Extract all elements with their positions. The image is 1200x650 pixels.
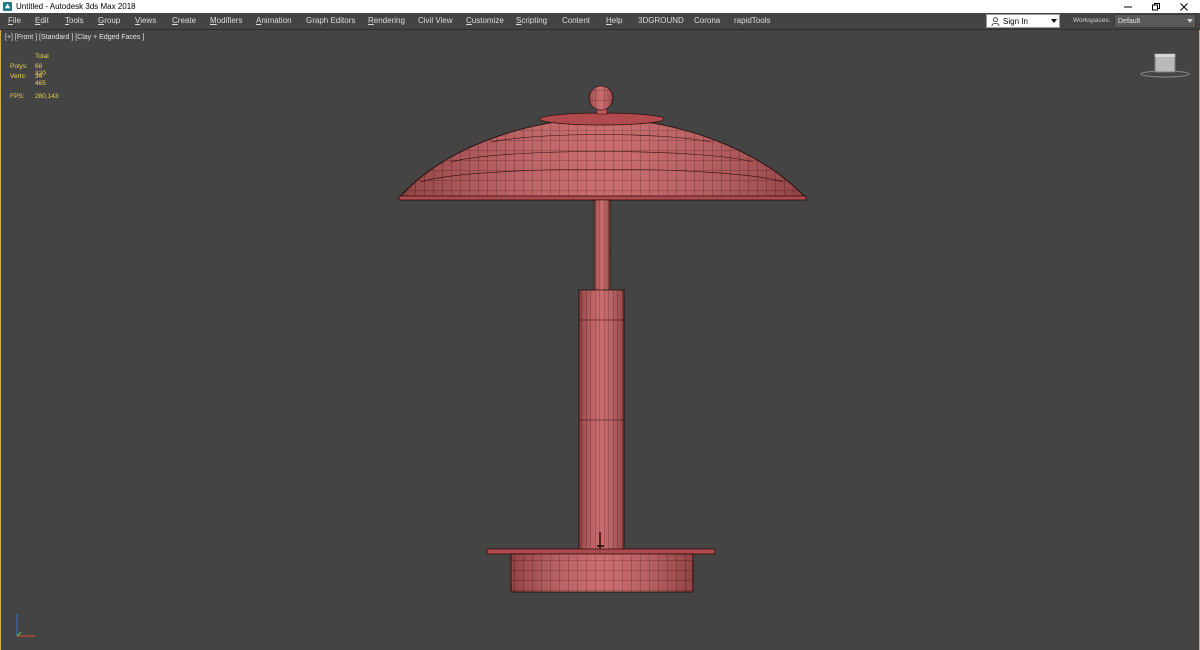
workspaces-label: Workspaces:: [1073, 17, 1111, 24]
sign-in-label: Sign In: [1003, 17, 1028, 26]
menu-animation[interactable]: Animation: [256, 16, 292, 26]
3dsmax-app-icon: [3, 2, 12, 11]
minimize-button[interactable]: [1114, 0, 1142, 13]
chevron-down-icon: [1187, 19, 1193, 23]
lampshade: [397, 117, 808, 201]
restore-button[interactable]: [1142, 0, 1170, 13]
menu-customize[interactable]: Customize: [466, 16, 504, 26]
finial-knob: [588, 85, 614, 111]
menu-civil-view[interactable]: Civil View: [418, 16, 453, 26]
sign-in-dropdown[interactable]: Sign In: [986, 14, 1060, 28]
menu-help[interactable]: Help: [606, 16, 622, 26]
window-title: Untitled - Autodesk 3ds Max 2018: [16, 2, 136, 11]
front-viewport[interactable]: [+] [Front ] [Standard ] [Clay + Edged F…: [0, 30, 1200, 650]
menu-file[interactable]: File: [8, 16, 21, 26]
minimize-icon: [1124, 6, 1132, 7]
menu-3dground[interactable]: 3DGROUND: [638, 16, 684, 26]
menu-create[interactable]: Create: [172, 16, 196, 26]
menu-scripting[interactable]: Scripting: [516, 16, 547, 26]
menu-graph-editors[interactable]: Graph Editors: [306, 16, 355, 26]
main-column: [578, 289, 625, 553]
menu-content[interactable]: Content: [562, 16, 590, 26]
menu-edit[interactable]: Edit: [35, 16, 49, 26]
menu-group[interactable]: Group: [98, 16, 120, 26]
close-icon: [1180, 2, 1188, 11]
base-plate: [486, 548, 716, 555]
menu-tools[interactable]: Tools: [65, 16, 84, 26]
user-icon: [991, 17, 1000, 26]
workspace-value: Default: [1118, 18, 1141, 25]
menu-views[interactable]: Views: [135, 16, 156, 26]
menu-rendering[interactable]: Rendering: [368, 16, 405, 26]
menu-modifiers[interactable]: Modifiers: [210, 16, 242, 26]
title-bar: Untitled - Autodesk 3ds Max 2018: [0, 0, 1200, 13]
close-button[interactable]: [1170, 0, 1198, 13]
lamp-model[interactable]: [1, 30, 1199, 650]
chevron-down-icon: [1051, 19, 1057, 23]
menu-corona[interactable]: Corona: [694, 16, 720, 26]
workspaces-select[interactable]: Default: [1114, 14, 1196, 28]
restore-icon: [1152, 2, 1160, 10]
thin-stem: [593, 199, 611, 293]
menu-rapidtools[interactable]: rapidTools: [734, 16, 770, 26]
base-cylinder: [510, 553, 694, 593]
